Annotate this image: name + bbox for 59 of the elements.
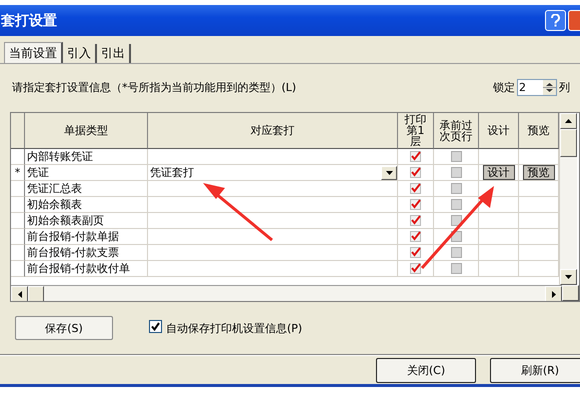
unit-label: 列 [559, 80, 570, 94]
preview-button[interactable]: 预览 [522, 165, 554, 180]
instruction-text: 请指定套打设置信息（*号所指为当前功能用到的类型）(L) [12, 80, 296, 94]
scroll-right-icon[interactable] [545, 286, 562, 301]
row-header[interactable] [11, 213, 25, 229]
checkbox[interactable] [410, 183, 421, 194]
dropdown-field[interactable]: 凭证套打 [148, 165, 398, 181]
column-header: 承前过次页行 [434, 113, 479, 149]
scroll-down-icon[interactable] [560, 269, 577, 285]
column-header: 对应套打 [148, 113, 398, 149]
close-icon[interactable] [568, 10, 580, 31]
checkbox[interactable] [410, 167, 421, 178]
row-header[interactable] [11, 181, 25, 197]
scroll-thumb[interactable] [28, 286, 44, 301]
checkbox[interactable] [410, 151, 421, 162]
close-button[interactable]: 关闭(C) [376, 358, 476, 383]
spin-field[interactable]: 2 [517, 78, 557, 96]
checkbox-label: 自动保存打印机设置信息(P) [166, 320, 302, 336]
tab[interactable]: 当前设置 [4, 42, 63, 63]
horizontal-scrollbar[interactable] [11, 285, 562, 301]
checkbox[interactable] [410, 215, 421, 226]
column-header: 打印第1层 [398, 113, 434, 149]
column-header: 单据类型 [25, 113, 148, 149]
table-cell: 内部转账凭证 [25, 149, 148, 165]
vertical-scrollbar[interactable] [559, 113, 577, 285]
column-header: 设计 [479, 113, 519, 149]
table-cell: 前台报销-付款支票 [25, 245, 148, 261]
refresh-button[interactable]: 刷新(R) [490, 358, 580, 383]
checkbox[interactable] [410, 263, 421, 274]
row-header[interactable] [11, 245, 25, 261]
table-cell: 初始余额表 [25, 197, 148, 213]
checkbox[interactable] [410, 199, 421, 210]
design-button[interactable]: 设计 [482, 165, 514, 180]
save-button[interactable]: 保存(S) [15, 316, 113, 340]
scroll-thumb[interactable] [560, 129, 577, 157]
tab[interactable]: 引出 [97, 44, 131, 63]
row-header[interactable] [11, 261, 25, 277]
row-header[interactable] [11, 229, 25, 245]
row-header[interactable] [11, 197, 25, 213]
tab[interactable]: 引入 [63, 44, 97, 63]
checkbox[interactable] [410, 247, 421, 258]
table-cell: 前台报销-付款单据 [25, 229, 148, 245]
row-header[interactable]: * [11, 165, 25, 181]
window-title: 套打设置 [0, 12, 57, 30]
table-cell: 凭证 [25, 165, 148, 181]
scroll-up-icon[interactable] [560, 113, 577, 129]
table-cell: 前台报销-付款收付单 [25, 261, 148, 277]
spinner-arrows-icon[interactable] [543, 80, 556, 94]
table-cell: 初始余额表副页 [25, 213, 148, 229]
checkbox[interactable] [410, 231, 421, 242]
column-header: 预览 [519, 113, 559, 149]
caret-icon [386, 170, 392, 174]
scroll-left-icon[interactable] [11, 286, 28, 301]
annotation-arrow [203, 183, 273, 242]
table-cell: 凭证汇总表 [25, 181, 148, 197]
help-icon[interactable] [545, 10, 566, 31]
row-header[interactable] [11, 149, 25, 165]
checkbox[interactable] [149, 320, 162, 333]
lock-label: 锁定 [493, 80, 515, 94]
